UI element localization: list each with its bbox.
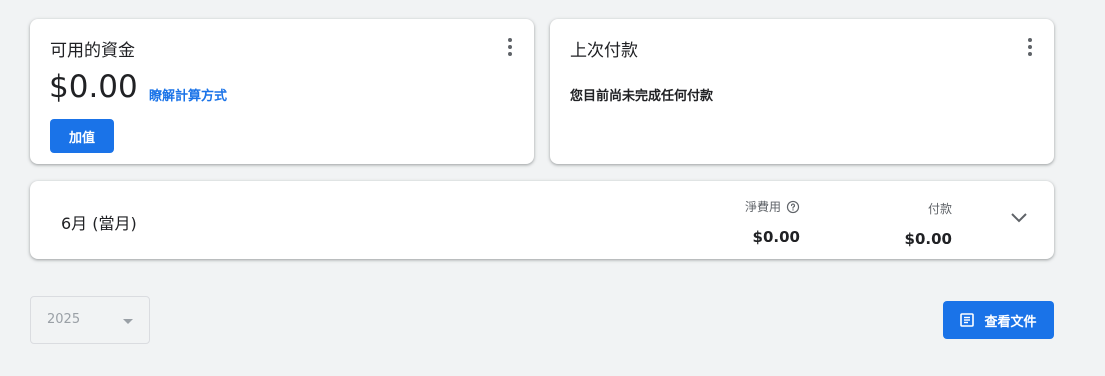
no-payment-message: 您目前尚未完成任何付款: [570, 89, 714, 104]
learn-calculation-link[interactable]: 瞭解計算方式: [149, 85, 227, 104]
payment-label: 付款: [927, 202, 952, 216]
available-funds-card: 可用的資金 $0.00 瞭解計算方式 加值: [30, 19, 534, 164]
document-icon: [960, 313, 975, 327]
net-cost-label: 淨費用: [744, 200, 781, 214]
year-select[interactable]: 2025: [30, 296, 150, 344]
help-icon[interactable]: [786, 200, 800, 214]
balance-amount: $0.00: [49, 69, 138, 105]
current-month-card[interactable]: 6月 (當月) 淨費用 $0.00 付款 $0.00: [30, 181, 1054, 259]
last-payment-title: 上次付款: [570, 41, 638, 61]
view-documents-label: 查看文件: [984, 314, 1037, 330]
add-value-button[interactable]: 加值: [50, 119, 114, 153]
net-cost-value: $0.00: [752, 228, 800, 246]
view-documents-button[interactable]: 查看文件: [943, 301, 1054, 339]
available-funds-title: 可用的資金: [50, 41, 135, 61]
dropdown-arrow-icon: [123, 319, 133, 324]
payment-column: 付款 $0.00: [905, 200, 952, 248]
chevron-down-icon[interactable]: [1010, 212, 1028, 224]
more-vert-icon[interactable]: [1026, 38, 1034, 56]
last-payment-card: 上次付款 您目前尚未完成任何付款: [550, 19, 1054, 164]
year-select-value: 2025: [47, 312, 81, 327]
payment-value: $0.00: [904, 230, 952, 248]
more-vert-icon[interactable]: [506, 38, 514, 56]
month-label: 6月 (當月): [61, 214, 137, 233]
net-cost-column: 淨費用 $0.00: [745, 198, 800, 246]
